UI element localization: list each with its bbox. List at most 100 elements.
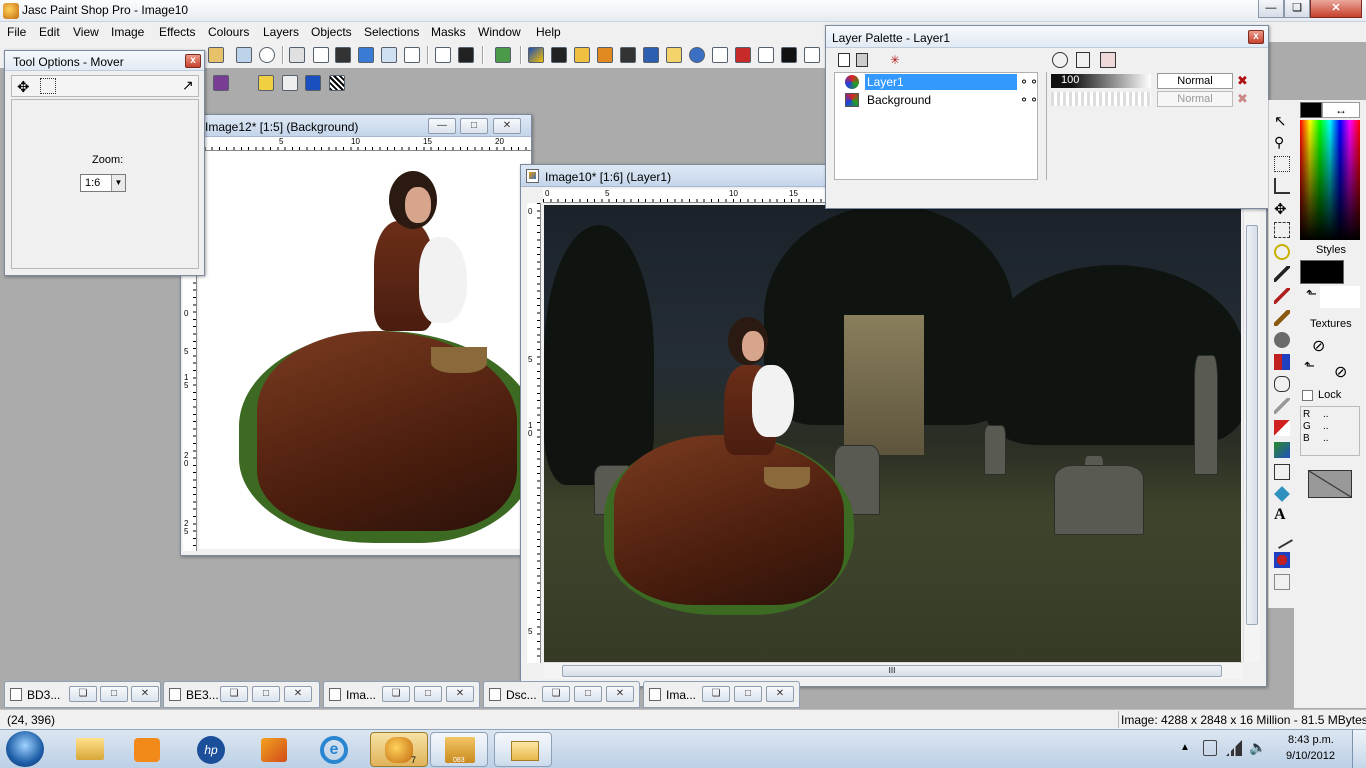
menu-help[interactable]: Help — [536, 25, 561, 39]
auto-hide-icon[interactable]: ↗ — [182, 77, 194, 94]
color-balance-icon[interactable] — [528, 47, 544, 63]
image12-titlebar[interactable]: Image12* [1:5] (Background) — □ ✕ — [181, 115, 531, 137]
chevron-down-icon[interactable]: ▼ — [111, 175, 125, 191]
restore-icon[interactable]: ❏ — [382, 686, 410, 702]
zoom-icon[interactable] — [289, 47, 305, 63]
preset-shapes-icon[interactable] — [1274, 552, 1290, 568]
taskbar-hp[interactable]: hp — [183, 732, 241, 767]
layer-palette-close-button[interactable]: x — [1248, 30, 1264, 44]
close-icon[interactable]: ✕ — [131, 686, 159, 702]
visibility-toggle-icon[interactable] — [1052, 52, 1068, 68]
taskbar-internet-explorer[interactable]: e — [305, 732, 363, 767]
menu-colours[interactable]: Colours — [208, 25, 249, 39]
vertical-scrollbar[interactable] — [1243, 205, 1260, 662]
camera-icon[interactable] — [458, 47, 474, 63]
hue-icon[interactable] — [597, 47, 613, 63]
taskbar-mail[interactable] — [494, 732, 552, 767]
close-icon[interactable]: ✕ — [284, 686, 312, 702]
taskbar-app[interactable] — [245, 732, 303, 767]
restore-icon[interactable]: ❏ — [702, 686, 730, 702]
layer-icon[interactable] — [495, 47, 511, 63]
no-texture-icon[interactable]: ⊘ — [1312, 336, 1325, 356]
skull-icon[interactable] — [282, 75, 298, 91]
window-icon[interactable] — [404, 47, 420, 63]
styles-swatch[interactable] — [1300, 260, 1344, 284]
layer-row-layer1[interactable]: Layer1 ⚬⚬ — [837, 74, 1039, 91]
deform-icon[interactable] — [1274, 156, 1290, 172]
jpeg-icon[interactable] — [804, 47, 820, 63]
device-icon[interactable] — [1203, 740, 1217, 756]
maximize-icon[interactable]: □ — [252, 686, 280, 702]
menu-window[interactable]: Window — [478, 25, 521, 39]
scratch-icon[interactable] — [712, 47, 728, 63]
move-icon[interactable]: ✥ — [17, 78, 30, 96]
airbrush-icon[interactable] — [1274, 464, 1290, 480]
taskbar-explorer[interactable] — [60, 732, 118, 767]
paste-icon[interactable] — [208, 47, 224, 63]
maximize-icon[interactable]: □ — [734, 686, 762, 702]
clarify-icon[interactable] — [666, 47, 682, 63]
background-style-swatch[interactable] — [1320, 286, 1360, 308]
close-icon[interactable]: ✕ — [606, 686, 634, 702]
horizontal-scroll-thumb[interactable]: III — [562, 665, 1222, 677]
taskbar-media-player[interactable] — [118, 732, 176, 767]
menu-effects[interactable]: Effects — [159, 25, 195, 39]
foreground-swatch[interactable] — [1300, 102, 1322, 118]
blend-mode-select[interactable]: Normal — [1157, 73, 1233, 89]
zoom-select[interactable]: 1:6 ▼ — [80, 174, 126, 192]
no-color-swatch[interactable] — [1308, 470, 1352, 498]
histogram-icon[interactable] — [335, 47, 351, 63]
mover-icon[interactable]: ✥ — [1274, 200, 1290, 218]
show-desktop-button[interactable] — [1352, 730, 1366, 768]
delete-layer-icon[interactable] — [856, 53, 868, 67]
layer-palette-titlebar[interactable]: Layer Palette - Layer1 x — [826, 26, 1268, 48]
restore-button[interactable]: ❏ — [1284, 0, 1310, 18]
flood-fill-icon[interactable] — [1274, 486, 1290, 502]
pattern-icon[interactable] — [329, 75, 345, 91]
style-arrow-icon[interactable]: ⬑ — [1306, 286, 1317, 302]
image10-canvas[interactable] — [544, 205, 1241, 662]
noise-icon[interactable] — [735, 47, 751, 63]
lock-transparency-icon[interactable]: ✖ — [1237, 91, 1248, 107]
draw-icon[interactable] — [1271, 527, 1293, 549]
minimize-button[interactable]: — — [1258, 0, 1284, 18]
paintbrush-icon[interactable] — [1274, 310, 1290, 326]
visibility-icon[interactable]: ⚬⚬ — [1019, 75, 1039, 89]
red-eye-icon[interactable] — [620, 47, 636, 63]
close-button[interactable]: ✕ — [1310, 0, 1362, 18]
arrow-icon[interactable]: ↖ — [1274, 112, 1290, 130]
cancel-icon[interactable] — [259, 47, 275, 63]
image12-close-button[interactable]: ✕ — [493, 118, 521, 134]
picture-tube-icon[interactable] — [1274, 442, 1290, 458]
minimized-window[interactable]: Ima... ❏ □ ✕ — [643, 681, 800, 708]
clone-icon[interactable] — [758, 47, 774, 63]
scratch-remover-icon[interactable] — [1274, 398, 1290, 414]
menu-file[interactable]: File — [7, 25, 26, 39]
opacity-slider-background[interactable] — [1051, 92, 1151, 106]
tool-options-close-button[interactable]: x — [185, 54, 201, 68]
overview-icon[interactable] — [381, 47, 397, 63]
crop-icon[interactable] — [1274, 178, 1290, 194]
blend-mode-select-background[interactable]: Normal — [1157, 91, 1233, 107]
taskbar-paint-shop-pro[interactable]: 7 — [370, 732, 428, 767]
layer-row-background[interactable]: Background ⚬⚬ — [837, 92, 1039, 109]
minimized-window[interactable]: BD3... ❏ □ ✕ — [4, 681, 161, 708]
lock-checkbox[interactable] — [1302, 390, 1313, 401]
image12-canvas[interactable] — [199, 151, 531, 549]
network-signal-icon[interactable] — [1226, 740, 1242, 756]
text-icon[interactable]: A — [1274, 506, 1290, 523]
restore-icon[interactable]: ❏ — [69, 686, 97, 702]
target-icon[interactable] — [689, 47, 705, 63]
help-pointer-icon[interactable] — [435, 47, 451, 63]
menu-view[interactable]: View — [73, 25, 99, 39]
horizontal-scrollbar[interactable]: III — [544, 662, 1243, 679]
color-spectrum[interactable] — [1300, 120, 1360, 240]
menu-objects[interactable]: Objects — [311, 25, 352, 39]
monitor-icon[interactable] — [236, 47, 252, 63]
maximize-icon[interactable]: □ — [100, 686, 128, 702]
layer-properties-icon[interactable]: ✳ — [890, 53, 904, 67]
lasso-icon[interactable] — [1274, 244, 1290, 260]
maximize-icon[interactable]: □ — [414, 686, 442, 702]
sharpen-icon[interactable] — [643, 47, 659, 63]
taskbar-folder[interactable]: 083 — [430, 732, 488, 767]
